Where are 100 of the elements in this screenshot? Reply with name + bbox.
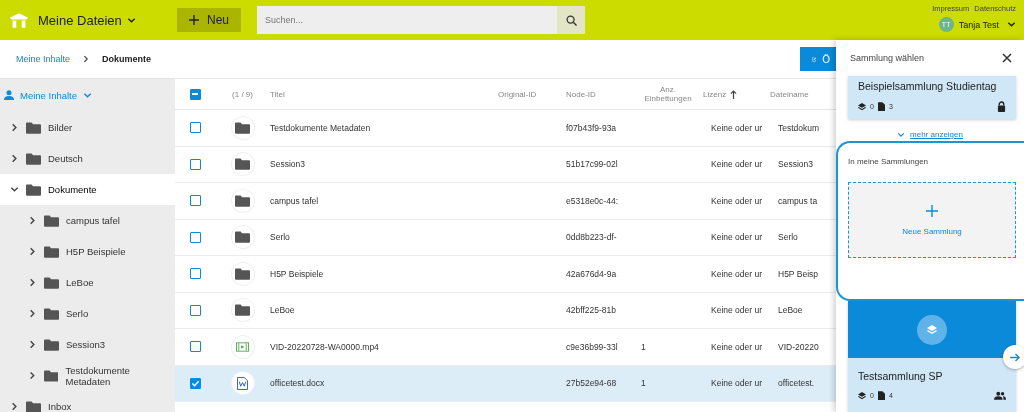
show-more-link[interactable]: mehr anzeigen [897, 130, 963, 139]
chevron-right-icon [82, 55, 91, 63]
panel-title: Sammlung wählen [850, 53, 925, 63]
chevron-right-icon[interactable] [28, 216, 37, 225]
column-header[interactable]: Anz. Einbettungen [639, 85, 697, 103]
table-cell: LeBoe [778, 305, 803, 316]
folder-icon [235, 121, 250, 134]
chevron-right-icon[interactable] [28, 247, 37, 256]
table-cell: Keine oder ur [711, 341, 763, 352]
column-header[interactable]: Node-ID [566, 89, 596, 99]
chevron-right-icon[interactable] [10, 402, 19, 411]
row-checkbox[interactable] [189, 268, 201, 280]
table-row[interactable]: Testdokumente Metadaten f07b43f9-93a Keine oder ur Testdokum [175, 110, 836, 147]
table-cell: e5318e0c-44: [566, 195, 618, 206]
video-file-icon [236, 341, 249, 352]
breadcrumb-link[interactable]: Meine Inhalte [16, 54, 71, 64]
row-checkbox[interactable] [189, 122, 201, 134]
table-cell: Keine oder ur [711, 268, 763, 279]
folder-tree-item[interactable]: Deutsch [0, 143, 175, 174]
edit-button[interactable]: Ö [800, 47, 836, 71]
app-menu-button[interactable]: Meine Dateien [36, 12, 171, 28]
collection-title: Beispielsammlung Studientag [858, 80, 998, 92]
column-header[interactable]: Titel [270, 89, 285, 99]
chevron-right-icon[interactable] [28, 278, 37, 287]
table-row[interactable]: Session3 51b17c99-02l Keine oder ur Session3 [175, 146, 836, 183]
folder-tree-item[interactable]: Serlo [0, 298, 175, 329]
folder-icon [26, 121, 41, 134]
column-header[interactable]: Original-ID [498, 89, 537, 99]
row-checkbox[interactable] [189, 304, 201, 316]
table-cell: Keine oder ur [711, 232, 763, 243]
row-checkbox[interactable] [189, 195, 201, 207]
table-row[interactable]: LeBoe 42bff225-81b Keine oder ur LeBoe [175, 292, 836, 329]
table-cell: f07b43f9-93a [566, 122, 617, 133]
select-all-checkbox[interactable] [189, 88, 201, 100]
table-cell: H5P Beisp [778, 268, 818, 279]
table-cell: Keine oder ur [711, 378, 763, 389]
chevron-right-icon[interactable] [28, 340, 37, 349]
table-cell: 42a676d4-9a [566, 268, 617, 279]
table-cell: 27b52e94-68 [566, 378, 617, 389]
table-cell: H5P Beispiele [270, 268, 324, 279]
table-cell: Testdokum [778, 122, 820, 133]
chevron-down-icon [1007, 20, 1016, 29]
chevron-right-icon[interactable] [28, 371, 37, 380]
table-cell: Keine oder ur [711, 305, 763, 316]
table-cell: campus tafel [270, 195, 319, 206]
table-row[interactable]: Serlo 0dd8b223-df- Keine oder ur Serlo [175, 219, 836, 256]
folder-icon [235, 267, 250, 280]
table-cell: Session3 [778, 159, 813, 170]
row-checkbox[interactable] [189, 377, 201, 389]
table-row[interactable]: VID-20220728-WA0000.mp4 c9e36b99-33l 1 Keine oder ur VID-20220 [175, 329, 836, 366]
chevron-right-icon[interactable] [28, 309, 37, 318]
table-cell: 42bff225-81b [566, 305, 616, 316]
table-cell: officetest. [778, 378, 815, 389]
plus-icon [189, 15, 199, 25]
breadcrumb-link[interactable]: Dokumente [102, 54, 152, 64]
folder-icon [235, 304, 250, 317]
word-document-icon [237, 376, 248, 390]
chevron-right-icon[interactable] [10, 154, 19, 163]
table-row[interactable]: campus tafel e5318e0c-44: Keine oder ur campus ta [175, 183, 836, 220]
close-icon[interactable] [1002, 53, 1012, 63]
folder-tree-item[interactable]: Testdokumente Metadaten [0, 360, 175, 391]
table-cell: 51b17c99-02l [566, 159, 618, 170]
folder-icon [44, 214, 59, 227]
section-label: In meine Sammlungen [848, 157, 930, 166]
search-button[interactable] [557, 6, 585, 34]
folder-tree-item[interactable]: LeBoe [0, 267, 175, 298]
layers-icon [858, 391, 866, 400]
table-cell: 0dd8b223-df- [566, 232, 617, 243]
table-cell: Testdokumente Metadaten [270, 122, 371, 133]
user-menu-button[interactable]: Tanja Test [958, 19, 1016, 30]
folder-icon [44, 338, 59, 351]
folder-icon [44, 307, 59, 320]
chevron-down-icon[interactable] [10, 185, 19, 194]
document-icon [877, 102, 885, 111]
folder-tree-item[interactable]: Dokumente [0, 174, 175, 205]
row-checkbox[interactable] [189, 158, 201, 170]
table-cell: LeBoe [270, 305, 295, 316]
folder-tree-item[interactable]: Inbox [0, 391, 175, 412]
new-collection-button[interactable]: Neue Sammlung [848, 182, 1016, 258]
row-checkbox[interactable] [189, 231, 201, 243]
chevron-down-icon [897, 130, 906, 139]
folder-tree-item[interactable]: H5P Beispiele [0, 236, 175, 267]
table-cell: 1 [641, 378, 646, 389]
table-row[interactable]: H5P Beispiele 42a676d4-9a Keine oder ur H5P Beisp [175, 256, 836, 293]
arrow-up-icon [730, 89, 738, 99]
folder-tree-item[interactable]: Session3 [0, 329, 175, 360]
chevron-right-icon[interactable] [10, 123, 19, 132]
folder-icon [235, 231, 250, 244]
folder-icon [26, 400, 41, 412]
row-checkbox[interactable] [189, 341, 201, 353]
folder-tree-item[interactable]: campus tafel [0, 205, 175, 236]
folder-icon [44, 276, 59, 289]
folder-tree-item[interactable]: Bilder [0, 112, 175, 143]
check-icon [190, 378, 200, 388]
table-cell: Keine oder ur [711, 122, 763, 133]
column-header[interactable]: Dateiname [770, 89, 809, 99]
document-icon [877, 391, 885, 400]
column-header[interactable]: Lizenz [703, 89, 727, 99]
table-row[interactable]: officetest.docx 27b52e94-68 1 Keine oder ur officetest. [175, 365, 836, 402]
new-button[interactable]: Neu [177, 8, 241, 32]
